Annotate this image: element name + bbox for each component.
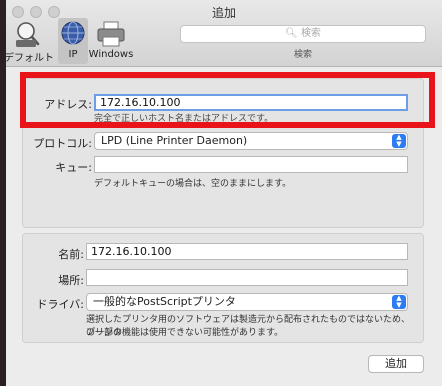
search-placeholder: 検索 bbox=[300, 28, 321, 39]
queue-label: キュー: bbox=[55, 161, 92, 174]
default-printer-icon bbox=[13, 20, 45, 48]
search-icon: 🔍︎ bbox=[285, 28, 298, 39]
protocol-value: LPD (Line Printer Daemon) bbox=[101, 134, 248, 147]
queue-hint: デフォルトキューの場合は、空のままにします。 bbox=[94, 179, 292, 189]
chevron-updown-icon: ▲ ▼ bbox=[392, 134, 406, 148]
red-highlight-box bbox=[20, 72, 435, 128]
driver-hint-line-2: の一部の機能は使用できない可能性があります。 bbox=[86, 328, 284, 338]
globe-icon bbox=[57, 20, 89, 48]
protocol-label: プロトコル: bbox=[33, 137, 92, 150]
name-input[interactable]: 172.16.10.100 bbox=[86, 243, 408, 260]
driver-label: ドライバ: bbox=[36, 298, 85, 311]
location-input[interactable] bbox=[86, 269, 408, 286]
protocol-select[interactable]: LPD (Line Printer Daemon) ▲ ▼ bbox=[94, 132, 408, 150]
title-bar: 追加 デフォルト IP Windows 🔍︎ 検索 検索 bbox=[6, 0, 442, 67]
location-label: 場所: bbox=[58, 274, 84, 287]
search-field[interactable]: 🔍︎ 検索 bbox=[180, 25, 426, 43]
driver-select[interactable]: 一般的なPostScriptプリンタ ▲ ▼ bbox=[86, 293, 408, 311]
queue-input[interactable] bbox=[94, 156, 408, 173]
search-caption: 検索 bbox=[293, 50, 312, 60]
chevron-updown-icon: ▲ ▼ bbox=[392, 295, 406, 309]
toolbar-item-windows[interactable]: Windows bbox=[86, 20, 136, 60]
driver-value: 一般的なPostScriptプリンタ bbox=[93, 295, 236, 308]
name-label: 名前: bbox=[58, 248, 84, 261]
add-button[interactable]: 追加 bbox=[368, 355, 424, 373]
toolbar-item-default-label: デフォルト bbox=[6, 53, 54, 64]
windows-printer-icon bbox=[95, 20, 127, 48]
toolbar-item-default[interactable]: デフォルト bbox=[6, 20, 54, 64]
toolbar-item-windows-label: Windows bbox=[88, 49, 134, 60]
add-printer-window: 追加 デフォルト IP Windows 🔍︎ 検索 検索 アドレス: 172.1… bbox=[6, 0, 442, 386]
